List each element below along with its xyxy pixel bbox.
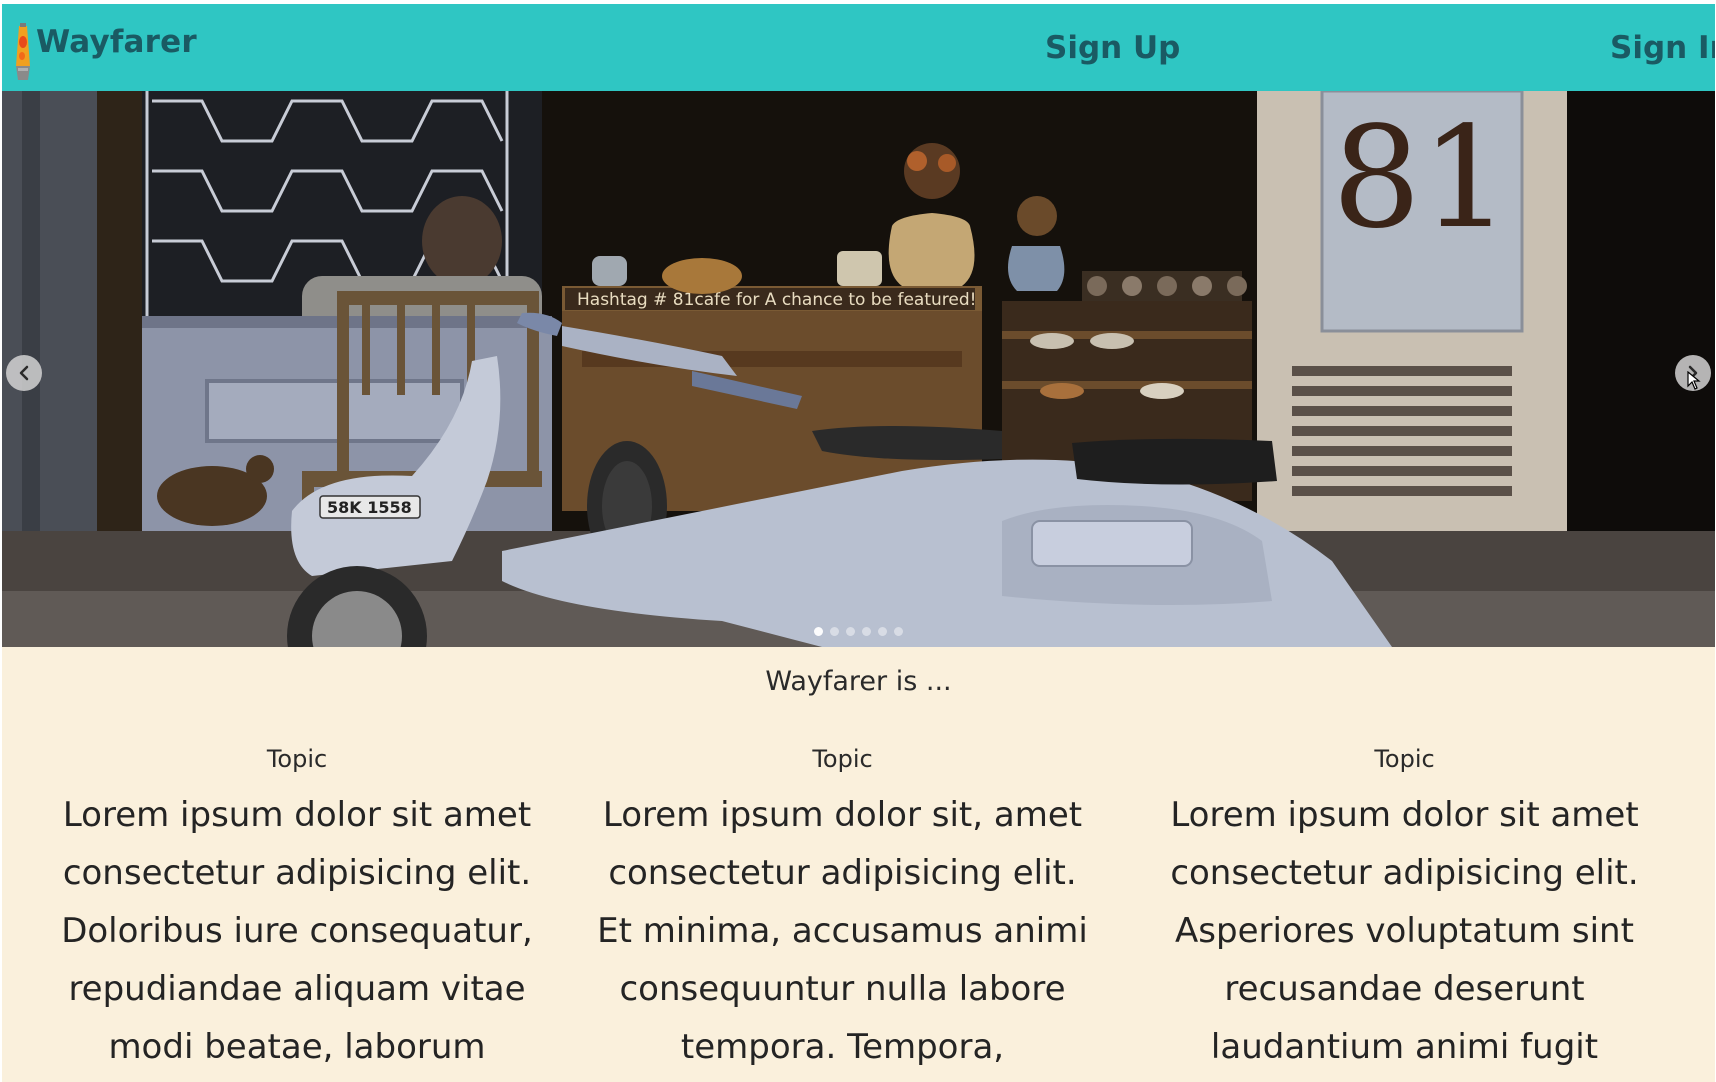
topic-body: Lorem ipsum dolor sit, amet consectetur … (597, 795, 1088, 1067)
topic-title: Topic (266, 745, 328, 773)
carousel-slide-image: Hashtag # 81cafe for A chance to be feat… (2, 91, 1715, 647)
intro-heading: Wayfarer is ... (765, 666, 952, 697)
navbar: Wayfarer Sign Up Sign In (2, 4, 1715, 91)
chevron-left-icon (19, 365, 29, 381)
topic-title: Topic (1374, 745, 1435, 773)
carousel-indicator[interactable] (862, 627, 871, 636)
topic-column: Topic Lorem ipsum dolor sit amet consect… (1157, 742, 1652, 1076)
carousel-prev-button[interactable] (6, 355, 42, 391)
carousel-indicator[interactable] (846, 627, 855, 636)
page: Wayfarer Sign Up Sign In (2, 4, 1715, 1082)
chalkboard-text: Hashtag # 81cafe for A chance to be feat… (577, 290, 976, 310)
sign-in-link[interactable]: Sign In (1610, 30, 1715, 66)
carousel-indicator[interactable] (878, 627, 887, 636)
topic-column: Topic Lorem ipsum dolor sit, amet consec… (595, 742, 1090, 1076)
carousel-indicator[interactable] (814, 627, 823, 636)
mouse-cursor-icon (1687, 371, 1701, 390)
topic-title: Topic (812, 745, 873, 773)
brand-link[interactable]: Wayfarer (36, 24, 197, 60)
lava-lamp-icon[interactable] (13, 22, 33, 82)
sign-up-link[interactable]: Sign Up (1045, 30, 1180, 66)
carousel-indicator[interactable] (894, 627, 903, 636)
carousel-indicators (814, 627, 903, 636)
door-number: 81 (1332, 97, 1510, 260)
hero-carousel: Hashtag # 81cafe for A chance to be feat… (2, 91, 1715, 647)
topic-column: Topic Lorem ipsum dolor sit amet consect… (52, 742, 542, 1076)
license-plate-text: 58K 1558 (327, 498, 412, 517)
topic-body: Lorem ipsum dolor sit amet consectetur a… (61, 795, 533, 1067)
topic-body: Lorem ipsum dolor sit amet consectetur a… (1170, 795, 1639, 1067)
carousel-indicator[interactable] (830, 627, 839, 636)
